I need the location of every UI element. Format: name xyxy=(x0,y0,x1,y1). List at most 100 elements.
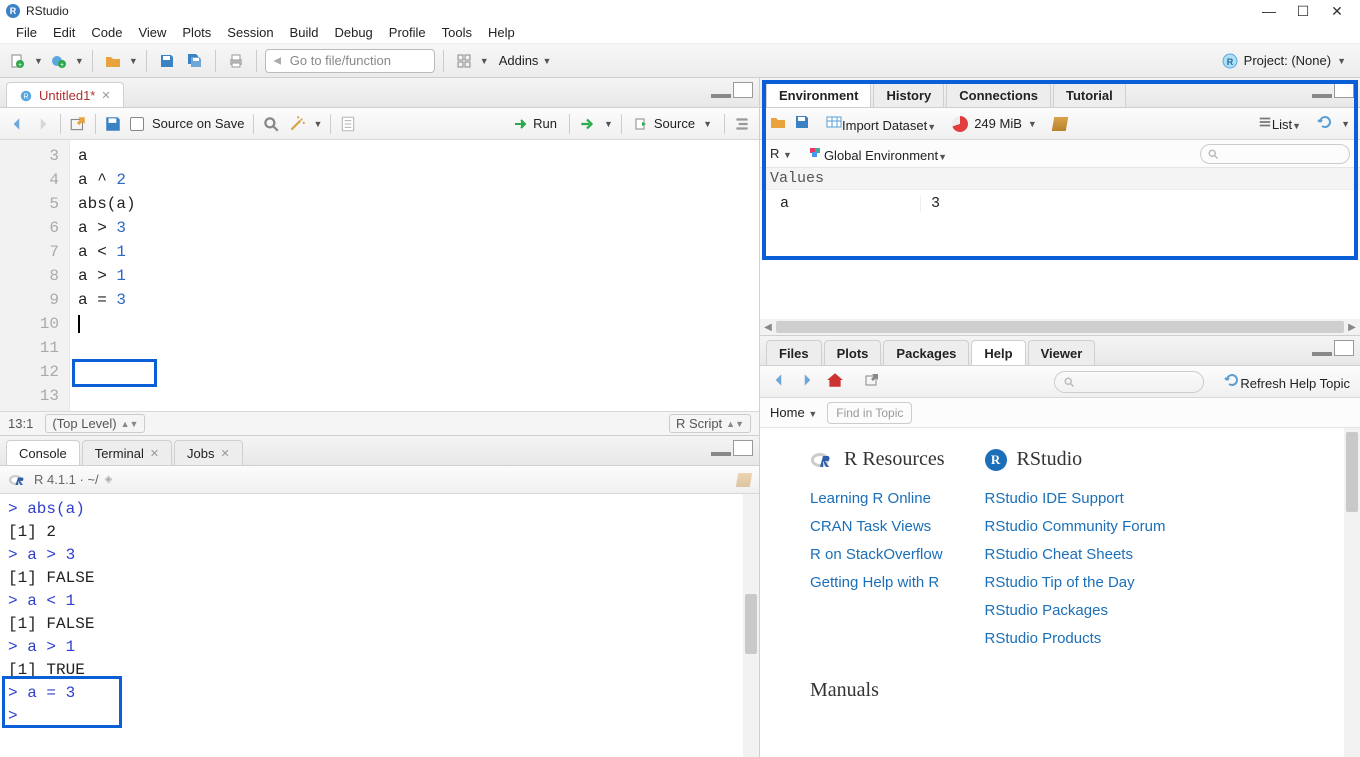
scope-selector[interactable]: (Top Level)▲▼ xyxy=(45,414,145,433)
help-tab-help[interactable]: Help xyxy=(971,340,1025,365)
source-button[interactable]: Source▼ xyxy=(630,116,716,132)
help-scrollbar[interactable] xyxy=(1344,428,1360,757)
help-home-breadcrumb[interactable]: Home ▼ xyxy=(770,405,817,420)
help-forward-icon[interactable] xyxy=(798,371,816,392)
list-view-button[interactable]: List▼ xyxy=(1258,115,1301,132)
save-workspace-icon[interactable] xyxy=(794,114,810,133)
show-in-new-window-icon[interactable] xyxy=(69,115,87,133)
new-file-button[interactable]: + xyxy=(6,49,30,73)
addins-menu[interactable]: Addins▼ xyxy=(493,53,558,68)
find-in-topic-input[interactable]: Find in Topic xyxy=(827,402,912,424)
help-link[interactable]: RStudio Community Forum xyxy=(985,513,1166,541)
help-link[interactable]: RStudio Packages xyxy=(985,597,1166,625)
console-header: R 4.1.1 · ~/ ◈ xyxy=(0,466,759,494)
menu-edit[interactable]: Edit xyxy=(45,25,83,40)
env-row[interactable]: a3 xyxy=(760,190,1360,216)
open-file-button[interactable] xyxy=(101,49,125,73)
help-link[interactable]: R on StackOverflow xyxy=(810,541,945,569)
menu-view[interactable]: View xyxy=(130,25,174,40)
svg-text:+: + xyxy=(18,62,22,69)
grid-button[interactable] xyxy=(452,49,476,73)
menu-plots[interactable]: Plots xyxy=(174,25,219,40)
help-back-icon[interactable] xyxy=(770,371,788,392)
find-icon[interactable] xyxy=(262,115,280,133)
outline-icon[interactable] xyxy=(733,115,751,133)
refresh-icon[interactable] xyxy=(1317,114,1333,133)
forward-icon[interactable] xyxy=(34,115,52,133)
run-button[interactable]: Run xyxy=(509,116,561,132)
refresh-help-button[interactable]: Refresh Help Topic xyxy=(1224,372,1350,391)
console-scrollbar[interactable] xyxy=(743,494,759,757)
environment-horizontal-scrollbar[interactable]: ◀▶ xyxy=(760,319,1360,335)
rerun-icon[interactable] xyxy=(578,115,596,133)
minimize-pane-button[interactable] xyxy=(711,440,731,456)
menu-code[interactable]: Code xyxy=(83,25,130,40)
menu-session[interactable]: Session xyxy=(219,25,281,40)
back-icon[interactable] xyxy=(8,115,26,133)
save-button[interactable] xyxy=(155,49,179,73)
help-link[interactable]: Getting Help with R xyxy=(810,569,945,597)
memory-usage[interactable]: 249 MiB▼ xyxy=(952,116,1037,132)
help-content: R Resources Learning R OnlineCRAN Task V… xyxy=(760,428,1360,757)
project-menu[interactable]: R Project: (None)▼ xyxy=(1214,53,1354,69)
help-link[interactable]: RStudio Products xyxy=(985,625,1166,653)
save-all-button[interactable] xyxy=(183,49,207,73)
print-button[interactable] xyxy=(224,49,248,73)
env-tab-environment[interactable]: Environment xyxy=(766,82,871,107)
help-link[interactable]: CRAN Task Views xyxy=(810,513,945,541)
import-dataset-button[interactable]: Import Dataset▼ xyxy=(826,114,936,133)
environment-scope[interactable]: Global Environment▼ xyxy=(808,144,947,163)
menu-tools[interactable]: Tools xyxy=(434,25,480,40)
help-link[interactable]: RStudio IDE Support xyxy=(985,485,1166,513)
source-tab-untitled[interactable]: R Untitled1* ✕ xyxy=(6,82,124,107)
close-tab-icon[interactable]: ✕ xyxy=(101,89,110,102)
console-output[interactable]: > abs(a)[1] 2> a > 3[1] FALSE> a < 1[1] … xyxy=(0,494,759,757)
env-tab-connections[interactable]: Connections xyxy=(946,82,1051,107)
help-link[interactable]: RStudio Tip of the Day xyxy=(985,569,1166,597)
env-tab-history[interactable]: History xyxy=(873,82,944,107)
help-link[interactable]: RStudio Cheat Sheets xyxy=(985,541,1166,569)
new-project-button[interactable]: + xyxy=(47,49,71,73)
home-icon[interactable] xyxy=(826,371,844,392)
menu-help[interactable]: Help xyxy=(480,25,523,40)
minimize-pane-button[interactable] xyxy=(1312,340,1332,356)
report-icon[interactable] xyxy=(339,115,357,133)
minimize-pane-button[interactable] xyxy=(1312,82,1332,98)
source-on-save-checkbox[interactable] xyxy=(130,117,144,131)
close-button[interactable]: ✕ xyxy=(1320,3,1354,20)
minimize-pane-button[interactable] xyxy=(711,82,731,98)
help-tabs: FilesPlotsPackagesHelpViewer xyxy=(760,336,1360,366)
environment-pane: EnvironmentHistoryConnectionsTutorial Im… xyxy=(760,78,1360,336)
help-tab-files[interactable]: Files xyxy=(766,340,822,365)
maximize-pane-button[interactable] xyxy=(1334,82,1354,98)
goto-file-input[interactable]: Go to file/function xyxy=(265,49,435,73)
help-link[interactable]: Learning R Online xyxy=(810,485,945,513)
language-selector[interactable]: R Script▲▼ xyxy=(669,414,751,433)
maximize-pane-button[interactable] xyxy=(1334,340,1354,356)
console-tab-terminal[interactable]: Terminal✕ xyxy=(82,440,172,465)
help-tab-viewer[interactable]: Viewer xyxy=(1028,340,1096,365)
menu-debug[interactable]: Debug xyxy=(326,25,380,40)
maximize-button[interactable]: ☐ xyxy=(1286,3,1320,20)
source-editor[interactable]: 345678910111213 aa ^ 2abs(a)a > 3a < 1a … xyxy=(0,140,759,411)
maximize-pane-button[interactable] xyxy=(733,440,753,456)
save-icon[interactable] xyxy=(104,115,122,133)
popout-icon[interactable] xyxy=(864,372,880,391)
console-tab-jobs[interactable]: Jobs✕ xyxy=(174,440,243,465)
language-scope[interactable]: R ▼ xyxy=(770,146,792,161)
console-tab-console[interactable]: Console xyxy=(6,440,80,465)
help-tab-plots[interactable]: Plots xyxy=(824,340,882,365)
clear-workspace-icon[interactable] xyxy=(1053,117,1067,131)
help-tab-packages[interactable]: Packages xyxy=(883,340,969,365)
wand-icon[interactable] xyxy=(288,115,306,133)
environment-search[interactable] xyxy=(1200,144,1350,164)
maximize-pane-button[interactable] xyxy=(733,82,753,98)
env-tab-tutorial[interactable]: Tutorial xyxy=(1053,82,1126,107)
menu-profile[interactable]: Profile xyxy=(381,25,434,40)
load-workspace-icon[interactable] xyxy=(770,114,786,133)
help-search[interactable] xyxy=(1054,371,1204,393)
minimize-button[interactable]: — xyxy=(1252,3,1286,19)
menu-build[interactable]: Build xyxy=(282,25,327,40)
clear-console-icon[interactable] xyxy=(737,473,751,487)
menu-file[interactable]: File xyxy=(8,25,45,40)
